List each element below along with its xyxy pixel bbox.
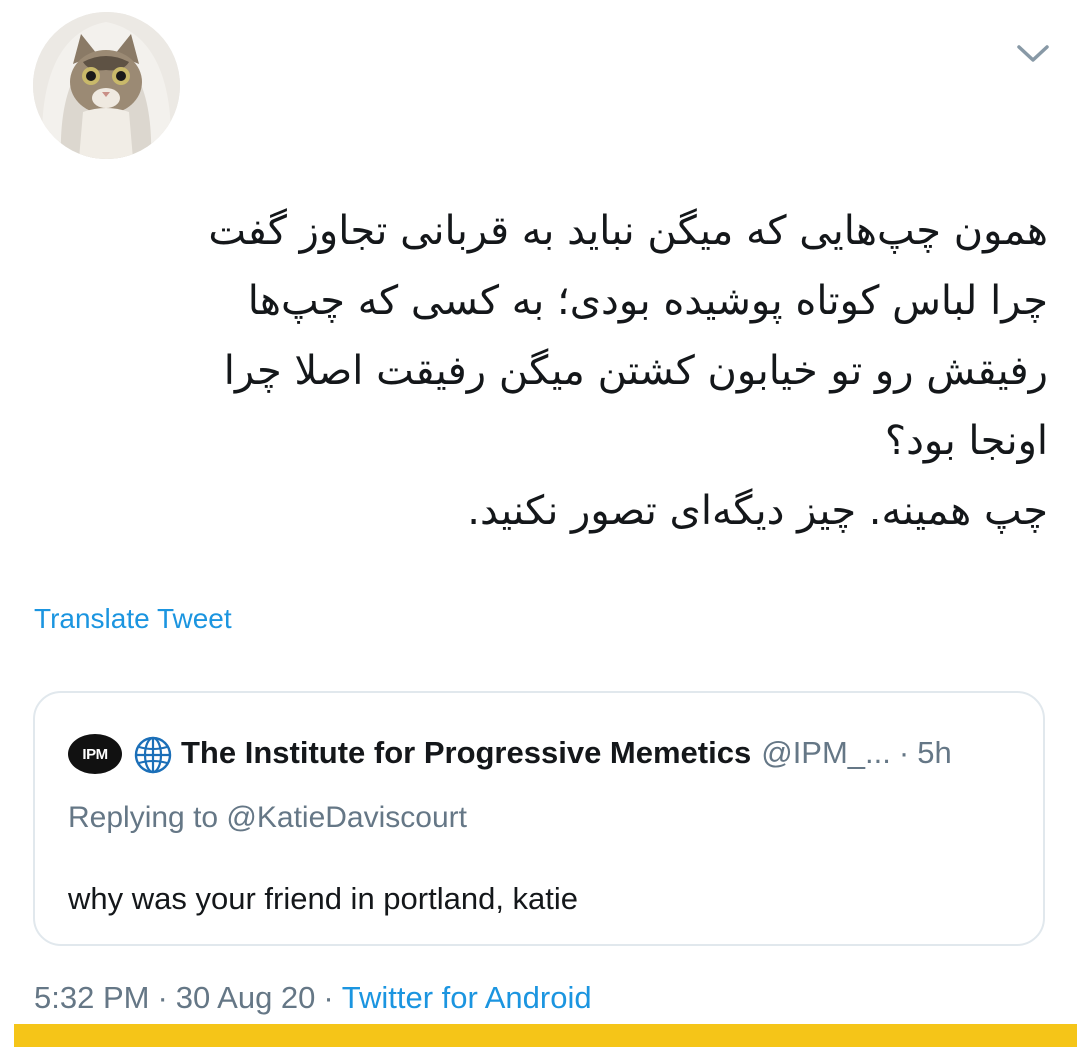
- separator-dot: ·: [323, 980, 334, 1015]
- tweet-source-link[interactable]: Twitter for Android: [342, 980, 592, 1015]
- replying-to: Replying to @KatieDaviscourt: [68, 801, 467, 834]
- quoted-tweet-time[interactable]: 5h: [917, 735, 951, 770]
- separator-dot: ·: [157, 980, 168, 1015]
- tweet-text-line: چرا لباس کوتاه پوشیده بودی؛ به کسی که چپ…: [247, 278, 1048, 324]
- quoted-author-name[interactable]: The Institute for Progressive Memetics: [181, 735, 751, 770]
- quoted-author-handle[interactable]: @IPM_...: [761, 735, 891, 770]
- tweet-text: همون چپ‌هایی که میگن نباید به قربانی تجا…: [80, 196, 1048, 546]
- quoted-tweet-header: The Institute for Progressive Memetics @I…: [181, 731, 952, 775]
- cat-avatar-image: [33, 12, 180, 159]
- tweet-text-line: همون چپ‌هایی که میگن نباید به قربانی تجا…: [208, 208, 1048, 254]
- tweet-text-line: رفیقش رو تو خیابون کشتن میگن رفیقت اصلا …: [223, 348, 1048, 394]
- tweet-meta: 5:32 PM · 30 Aug 20 · Twitter for Android: [34, 980, 592, 1016]
- tweet-text-line: اونجا بود؟: [884, 418, 1048, 464]
- quoted-tweet-text: why was your friend in portland, katie: [68, 881, 579, 916]
- chevron-down-icon[interactable]: [1014, 38, 1052, 68]
- globe-icon: [134, 736, 172, 774]
- avatar[interactable]: [33, 12, 180, 159]
- ipm-logo-text: IPM: [82, 745, 108, 763]
- tweet-date[interactable]: 30 Aug 20: [176, 980, 316, 1015]
- highlight-bar: [14, 1024, 1077, 1047]
- tweet-time[interactable]: 5:32 PM: [34, 980, 149, 1015]
- tweet-text-line: چپ همینه. چیز دیگه‌ای تصور نکنید.: [467, 488, 1048, 534]
- translate-tweet-link[interactable]: Translate Tweet: [34, 603, 232, 635]
- quoted-tweet-card[interactable]: IPM The Institute for Progressive Memeti…: [33, 691, 1045, 946]
- ipm-logo-avatar: IPM: [68, 734, 122, 774]
- separator-dot: ·: [898, 735, 910, 770]
